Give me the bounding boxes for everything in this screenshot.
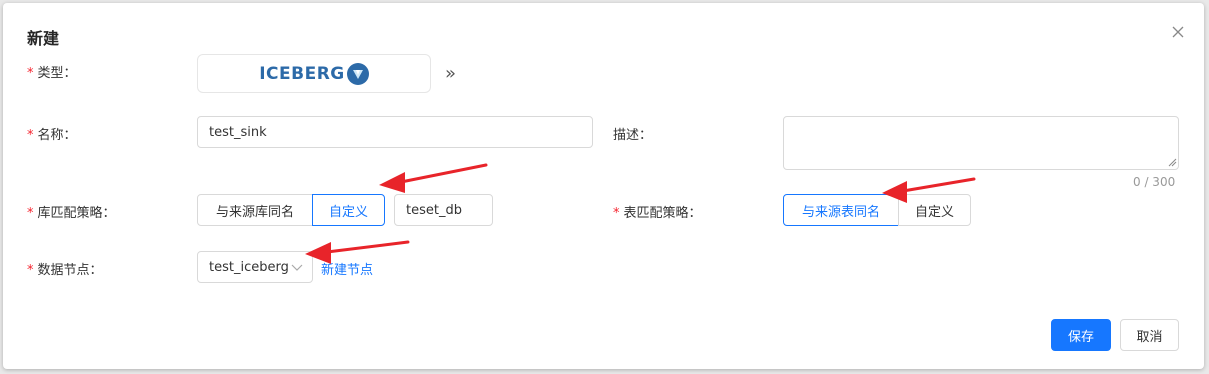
annotation-arrow-icon	[882, 177, 976, 203]
data-node-value: test_iceberg	[209, 259, 289, 275]
double-chevron-right-icon[interactable]: »	[445, 63, 456, 84]
db-strategy-segmented: 与来源库同名 自定义	[197, 194, 385, 226]
db-strategy-same-name[interactable]: 与来源库同名	[197, 194, 313, 226]
cancel-button[interactable]: 取消	[1120, 319, 1179, 351]
annotation-arrow-icon	[305, 240, 410, 264]
new-sink-dialog: 新建 * 类型： ICEBERG » * 名称： test_sink 描述： 0 /…	[3, 3, 1204, 369]
db-strategy-label: * 库匹配策略：	[27, 206, 116, 221]
save-button[interactable]: 保存	[1051, 319, 1111, 351]
resize-handle-icon[interactable]	[1168, 158, 1177, 167]
name-label: * 名称：	[27, 128, 77, 143]
type-label: * 类型：	[27, 66, 77, 81]
data-node-label: * 数据节点：	[27, 263, 103, 278]
table-strategy-label: * 表匹配策略：	[613, 206, 702, 221]
data-node-select[interactable]: test_iceberg	[197, 251, 313, 283]
iceberg-logo-text: ICEBERG	[259, 63, 345, 84]
close-icon[interactable]	[1169, 23, 1187, 41]
type-card-iceberg[interactable]: ICEBERG	[197, 54, 431, 93]
description-counter: 0 / 300	[1133, 175, 1176, 189]
dialog-title: 新建	[27, 29, 60, 48]
name-input[interactable]: test_sink	[197, 116, 593, 148]
db-name-input[interactable]: teset_db	[394, 194, 493, 226]
description-textarea[interactable]	[783, 116, 1179, 170]
annotation-arrow-icon	[379, 163, 488, 193]
db-strategy-custom[interactable]: 自定义	[312, 194, 385, 226]
description-label: 描述：	[613, 128, 653, 143]
iceberg-logo-icon	[346, 62, 369, 85]
